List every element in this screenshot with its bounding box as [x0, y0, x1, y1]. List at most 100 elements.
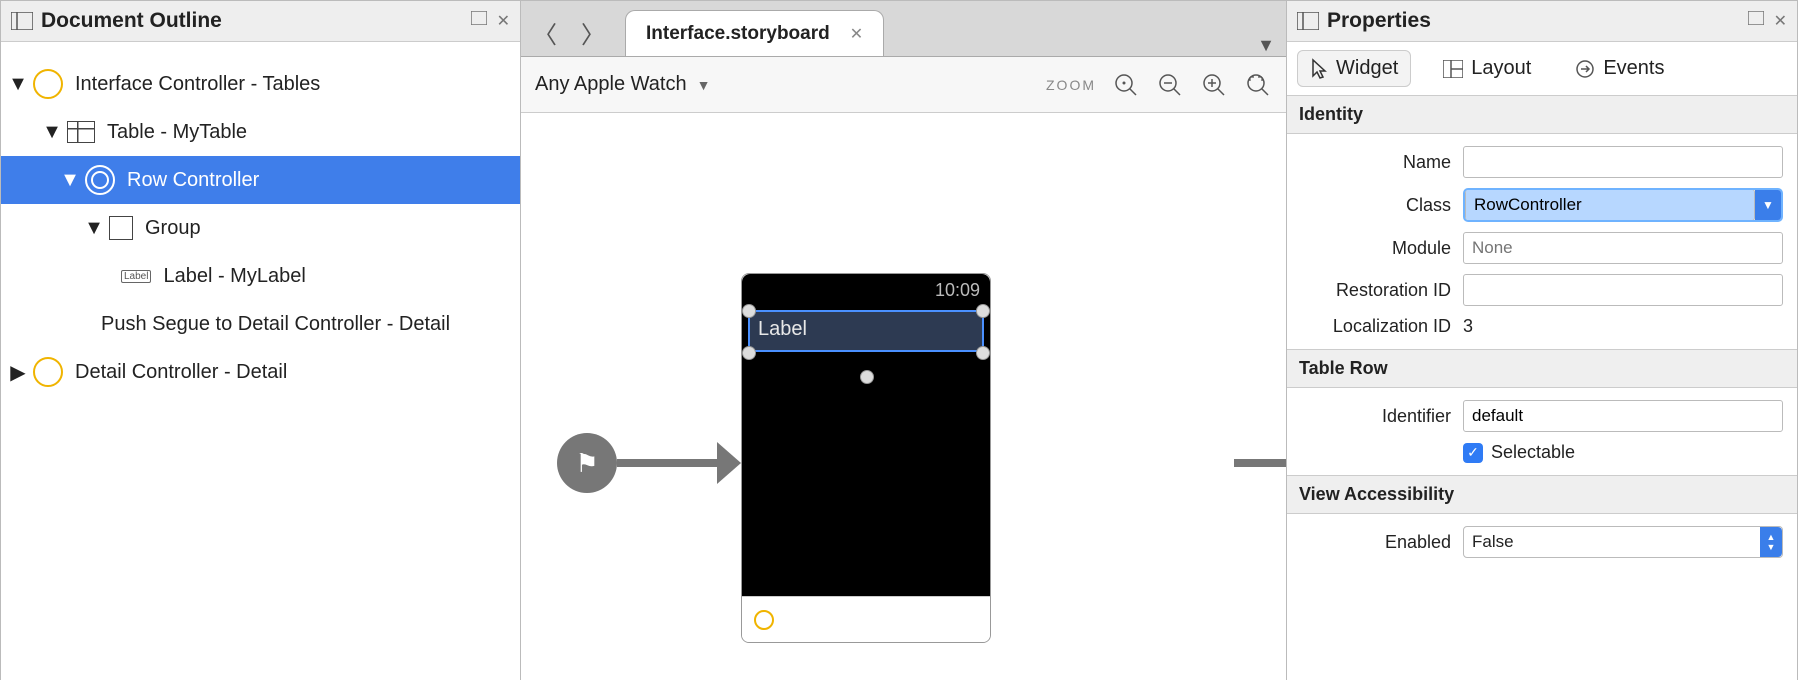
close-icon[interactable]: ✕: [1774, 11, 1787, 31]
tab-events[interactable]: Events: [1563, 51, 1676, 86]
enabled-select[interactable]: False ▲▼: [1463, 526, 1783, 558]
row-controller-icon: [85, 165, 115, 195]
disclosure-icon[interactable]: ▶: [9, 363, 27, 381]
selectable-checkbox[interactable]: ✓ Selectable: [1463, 442, 1783, 463]
controller-icon: [33, 357, 63, 387]
cursor-icon: [1310, 58, 1328, 80]
tree-interface-controller[interactable]: ▼ Interface Controller - Tables: [1, 60, 520, 108]
tree-table[interactable]: ▼ Table - MyTable: [1, 108, 520, 156]
name-label: Name: [1403, 152, 1451, 173]
outline-panel-icon: [11, 12, 33, 30]
entry-point-icon[interactable]: ⚑: [557, 433, 617, 493]
restore-icon[interactable]: [471, 11, 487, 31]
controller-ring-icon: [754, 610, 774, 630]
selected-row-label[interactable]: Label: [748, 310, 984, 352]
group-icon: [109, 216, 133, 240]
class-input[interactable]: [1465, 189, 1755, 221]
segue-arrowhead: [717, 442, 741, 484]
tree-detail-controller[interactable]: ▶ Detail Controller - Detail: [1, 348, 520, 396]
section-identity: Identity: [1287, 95, 1797, 134]
class-combobox[interactable]: ▼: [1463, 188, 1783, 222]
restoration-id-label: Restoration ID: [1336, 280, 1451, 301]
watch-time: 10:09: [935, 280, 980, 301]
tab-label: Widget: [1336, 57, 1398, 80]
restore-icon[interactable]: [1748, 11, 1764, 31]
tab-widget[interactable]: Widget: [1297, 50, 1411, 87]
outline-header: Document Outline ✕: [1, 1, 520, 42]
editor-toolbar: Any Apple Watch ▼ ZOOM: [521, 57, 1286, 113]
enabled-value: False: [1464, 532, 1760, 552]
restoration-id-field[interactable]: [1463, 274, 1783, 306]
identity-grid: Name Class ▼ Module Restoration ID Local…: [1287, 134, 1797, 349]
module-label: Module: [1392, 238, 1451, 259]
design-canvas[interactable]: ⚑ 10:09 Label: [521, 113, 1286, 680]
name-field[interactable]: [1463, 146, 1783, 178]
tab-label: Events: [1603, 57, 1664, 80]
table-icon: [67, 121, 95, 143]
selection-handle[interactable]: [976, 346, 990, 360]
layout-icon: [1443, 60, 1463, 78]
outline-tree: ▼ Interface Controller - Tables ▼ Table …: [1, 42, 520, 396]
localization-id-value: 3: [1463, 316, 1783, 337]
scene-footer[interactable]: [742, 596, 990, 642]
watch-scene[interactable]: 10:09 Label: [741, 273, 991, 643]
tab-layout[interactable]: Layout: [1431, 51, 1543, 86]
selection-handle[interactable]: [976, 304, 990, 318]
tree-label: Push Segue to Detail Controller - Detail: [101, 313, 450, 336]
tree-segue[interactable]: Push Segue to Detail Controller - Detail: [1, 300, 520, 348]
tree-label: Label - MyLabel: [163, 265, 305, 288]
zoom-fit-icon[interactable]: [1112, 71, 1140, 99]
tab-title: Interface.storyboard: [646, 23, 830, 45]
properties-header: Properties ✕: [1287, 1, 1797, 42]
label-badge-icon: Label: [121, 270, 151, 283]
disclosure-icon[interactable]: ▼: [61, 171, 79, 189]
editor-tab-bar: 〈 〉 Interface.storyboard ✕ ▼: [521, 1, 1286, 57]
row-label-text: Label: [758, 318, 807, 340]
selection-handle[interactable]: [860, 370, 874, 384]
identifier-label: Identifier: [1382, 406, 1451, 427]
tree-group[interactable]: ▼ Group: [1, 204, 520, 252]
tree-label: Group: [145, 217, 201, 240]
chevron-down-icon: ▼: [697, 77, 711, 93]
selection-handle[interactable]: [742, 304, 756, 318]
localization-id-label: Localization ID: [1333, 316, 1451, 337]
segue-arrow: [617, 459, 725, 467]
editor-tab[interactable]: Interface.storyboard ✕: [625, 10, 884, 56]
module-field[interactable]: [1463, 232, 1783, 264]
chevron-down-icon[interactable]: ▼: [1755, 190, 1781, 220]
table-row-grid: Identifier ✓ Selectable: [1287, 388, 1797, 475]
section-table-row: Table Row: [1287, 349, 1797, 388]
tab-label: Layout: [1471, 57, 1531, 80]
tab-overflow-icon[interactable]: ▼: [1246, 35, 1286, 56]
device-picker[interactable]: Any Apple Watch ▼: [535, 73, 710, 96]
tree-label-item[interactable]: Label Label - MyLabel: [1, 252, 520, 300]
class-label: Class: [1406, 195, 1451, 216]
storyboard-editor: 〈 〉 Interface.storyboard ✕ ▼ Any Apple W…: [521, 1, 1287, 680]
close-icon[interactable]: ✕: [497, 11, 510, 31]
tree-label: Table - MyTable: [107, 121, 247, 144]
enabled-label: Enabled: [1385, 532, 1451, 553]
zoom-actual-icon[interactable]: [1244, 71, 1272, 99]
check-icon: ✓: [1463, 443, 1483, 463]
nav-back-button[interactable]: 〈: [521, 8, 569, 56]
zoom-out-icon[interactable]: [1156, 71, 1184, 99]
device-label: Any Apple Watch: [535, 73, 687, 96]
zoom-in-icon[interactable]: [1200, 71, 1228, 99]
properties-tabs: Widget Layout Events: [1287, 42, 1797, 95]
section-accessibility: View Accessibility: [1287, 475, 1797, 514]
selection-handle[interactable]: [742, 346, 756, 360]
nav-forward-button[interactable]: 〉: [569, 8, 617, 56]
events-icon: [1575, 59, 1595, 79]
updown-icon[interactable]: ▲▼: [1760, 527, 1782, 557]
outline-title: Document Outline: [41, 9, 463, 33]
tree-label: Row Controller: [127, 169, 259, 192]
tree-row-controller[interactable]: ▼ Row Controller: [1, 156, 520, 204]
properties-panel-icon: [1297, 12, 1319, 30]
properties-panel: Properties ✕ Widget Layout Events: [1287, 1, 1797, 680]
disclosure-icon[interactable]: ▼: [43, 123, 61, 141]
disclosure-icon[interactable]: ▼: [9, 75, 27, 93]
controller-icon: [33, 69, 63, 99]
disclosure-icon[interactable]: ▼: [85, 219, 103, 237]
identifier-field[interactable]: [1463, 400, 1783, 432]
tab-close-icon[interactable]: ✕: [850, 24, 863, 44]
